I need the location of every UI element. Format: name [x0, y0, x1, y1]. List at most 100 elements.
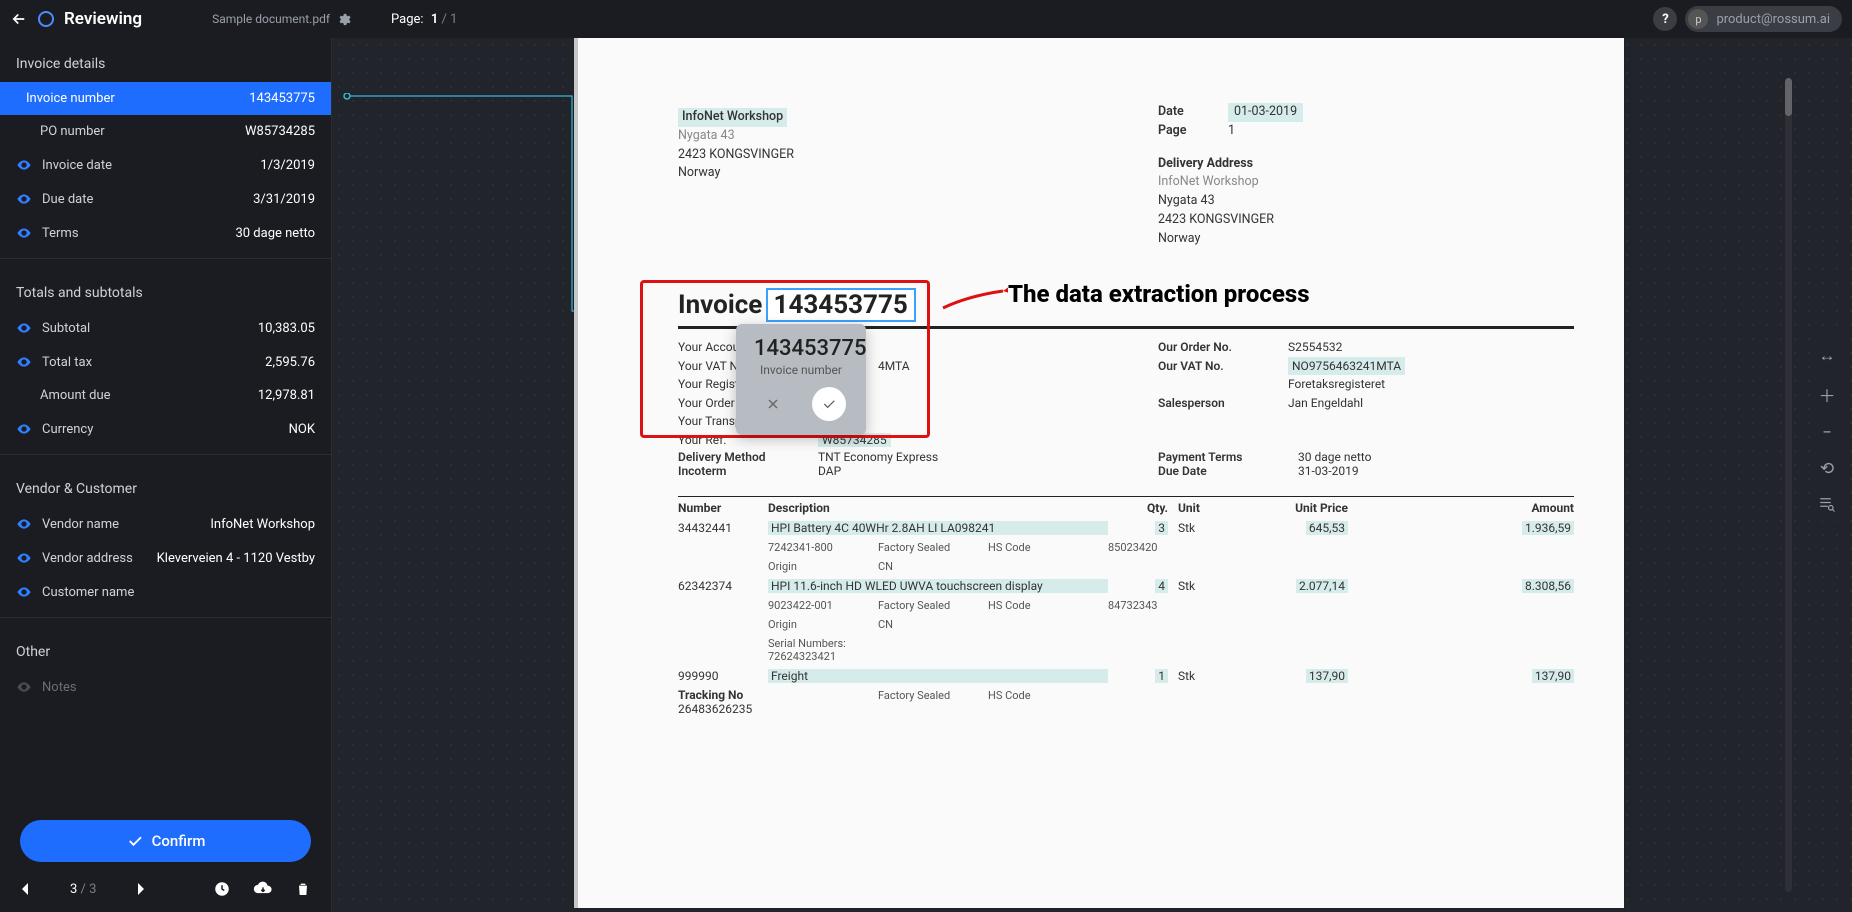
line-item-sub: 9023422-001Factory SealedHS Code84732343	[678, 596, 1574, 615]
popup-confirm-button[interactable]	[812, 387, 846, 421]
popup-cancel-button[interactable]	[756, 387, 790, 421]
confirm-button[interactable]: Confirm	[20, 820, 311, 862]
topbar-left: Reviewing	[10, 9, 142, 29]
field-label: Customer name	[42, 585, 305, 600]
field-label: PO number	[40, 124, 235, 139]
delivery-method: Delivery MethodTNT Economy Express Incot…	[678, 450, 938, 478]
line-items-header: Number Description Qty. Unit Unit Price …	[678, 496, 1574, 515]
back-arrow-icon[interactable]	[10, 10, 28, 28]
field-value: Kleverveien 4 - 1120 Vestby	[157, 551, 315, 566]
field-vendor-address[interactable]: Vendor address Kleverveien 4 - 1120 Vest…	[0, 541, 331, 575]
eye-icon[interactable]	[16, 584, 32, 600]
user-menu[interactable]: p product@rossum.ai	[1685, 6, 1842, 32]
line-item-sub: Serial Numbers: 72624323421	[678, 634, 1574, 666]
canvas[interactable]: InfoNet Workshop Nygata 43 2423 KONGSVIN…	[332, 38, 1852, 912]
clock-icon[interactable]	[213, 880, 231, 898]
field-vendor-name[interactable]: Vendor name InfoNet Workshop	[0, 507, 331, 541]
field-value: 30 dage netto	[235, 226, 315, 241]
meta-right: Our Order No.S2554532 Our VAT No.NO97564…	[1158, 338, 1405, 412]
line-items-body: 34432441HPI Battery 4C 40WHr 2.8AH LI LA…	[678, 518, 1574, 705]
eye-icon[interactable]	[16, 354, 32, 370]
section-invoice-details-title: Invoice details	[0, 38, 331, 82]
topbar: Reviewing Sample document.pdf Page: 1 / …	[0, 0, 1852, 38]
extraction-popup: 143453775 Invoice number	[736, 324, 866, 435]
status-label: Reviewing	[64, 9, 142, 29]
field-label: Due date	[42, 192, 243, 207]
eye-icon[interactable]	[16, 320, 32, 336]
eye-icon[interactable]	[16, 550, 32, 566]
field-label: Invoice date	[42, 158, 250, 173]
eye-icon[interactable]	[16, 516, 32, 532]
eye-icon[interactable]	[16, 191, 32, 207]
sender-block: InfoNet Workshop Nygata 43 2423 KONGSVIN…	[678, 108, 794, 183]
payment-terms: Payment Terms30 dage netto Due Date31-03…	[1158, 450, 1371, 478]
field-invoice-number[interactable]: Invoice number 143453775	[0, 82, 331, 115]
line-item-sub: Factory SealedHS Code	[678, 686, 1574, 705]
annotation-text: The data extraction process	[1008, 280, 1310, 308]
page-label: Page:	[391, 12, 424, 27]
gear-icon[interactable]	[336, 12, 351, 27]
sender-city: 2423 KONGSVINGER	[678, 147, 794, 162]
field-value: 143453775	[249, 91, 315, 106]
sender-street: Nygata 43	[678, 128, 735, 143]
field-value: 1/3/2019	[260, 158, 315, 173]
field-due-date[interactable]: Due date 3/31/2019	[0, 182, 331, 216]
sender-company: InfoNet Workshop	[678, 108, 787, 127]
doc-pager: 3 / 3	[0, 870, 331, 912]
field-notes[interactable]: Notes	[0, 670, 331, 704]
sender-country: Norway	[678, 165, 720, 180]
sidebar-scroll[interactable]: Invoice details Invoice number 143453775…	[0, 38, 331, 806]
field-po-number[interactable]: PO number W85734285	[0, 115, 331, 148]
fit-width-icon[interactable]: ↔	[1818, 346, 1836, 366]
cloud-download-icon[interactable]	[253, 880, 273, 898]
document-name: Sample document.pdf	[212, 12, 351, 27]
field-currency[interactable]: Currency NOK	[0, 412, 331, 446]
pager-next-icon[interactable]	[136, 882, 146, 896]
field-label: Vendor name	[42, 517, 200, 532]
field-value: 2,595.76	[265, 355, 315, 370]
field-value: W85734285	[245, 124, 315, 139]
trash-icon[interactable]	[295, 880, 311, 898]
line-item: 62342374HPI 11.6-inch HD WLED UWVA touch…	[678, 576, 1574, 596]
field-value: NOK	[289, 422, 315, 437]
eye-icon[interactable]	[16, 225, 32, 241]
section-vendor-title: Vendor & Customer	[0, 463, 331, 507]
field-amount-due[interactable]: Amount due 12,978.81	[0, 379, 331, 412]
eye-icon[interactable]	[16, 157, 32, 173]
zoom-in-icon[interactable]: ＋	[1818, 382, 1836, 407]
zoom-out-icon[interactable]: −	[1818, 423, 1836, 443]
document-name-text: Sample document.pdf	[212, 12, 330, 26]
page-scrollbar[interactable]	[1785, 78, 1792, 892]
page-current: 1	[431, 12, 438, 27]
search-grid-icon[interactable]	[1818, 495, 1836, 513]
document-page[interactable]: InfoNet Workshop Nygata 43 2423 KONGSVIN…	[574, 38, 1624, 908]
help-button[interactable]: ?	[1653, 7, 1677, 31]
avatar: p	[1688, 9, 1708, 29]
viewer-tools: ↔ ＋ − ⟲	[1812, 338, 1842, 521]
line-item-sub: 7242341-800Factory SealedHS Code85023420	[678, 538, 1574, 557]
page-indicator: Page: 1 / 1	[391, 12, 457, 27]
field-value: 12,978.81	[258, 388, 315, 403]
tracking-block: Tracking No 26483626235	[678, 688, 752, 716]
field-label: Amount due	[40, 388, 248, 403]
eye-icon[interactable]	[16, 679, 32, 695]
line-item: 34432441HPI Battery 4C 40WHr 2.8AH LI LA…	[678, 518, 1574, 538]
field-subtotal[interactable]: Subtotal 10,383.05	[0, 311, 331, 345]
confirm-label: Confirm	[152, 832, 206, 850]
field-total-tax[interactable]: Total tax 2,595.76	[0, 345, 331, 379]
rotate-icon[interactable]: ⟲	[1818, 459, 1836, 479]
field-value: InfoNet Workshop	[210, 517, 315, 532]
field-label: Subtotal	[42, 321, 248, 336]
field-label: Total tax	[42, 355, 255, 370]
field-label: Invoice number	[26, 91, 239, 106]
pager-count: 3 / 3	[70, 882, 96, 897]
annotation-arrow-icon	[938, 286, 1008, 316]
sidebar-footer: Confirm	[0, 806, 331, 870]
field-customer-name[interactable]: Customer name	[0, 575, 331, 609]
header-right-block: Date01-03-2019 Page1 Delivery Address In…	[1158, 103, 1303, 248]
field-invoice-date[interactable]: Invoice date 1/3/2019	[0, 148, 331, 182]
field-terms[interactable]: Terms 30 dage netto	[0, 216, 331, 250]
popup-label: Invoice number	[754, 363, 848, 377]
pager-prev-icon[interactable]	[20, 882, 30, 896]
eye-icon[interactable]	[16, 421, 32, 437]
